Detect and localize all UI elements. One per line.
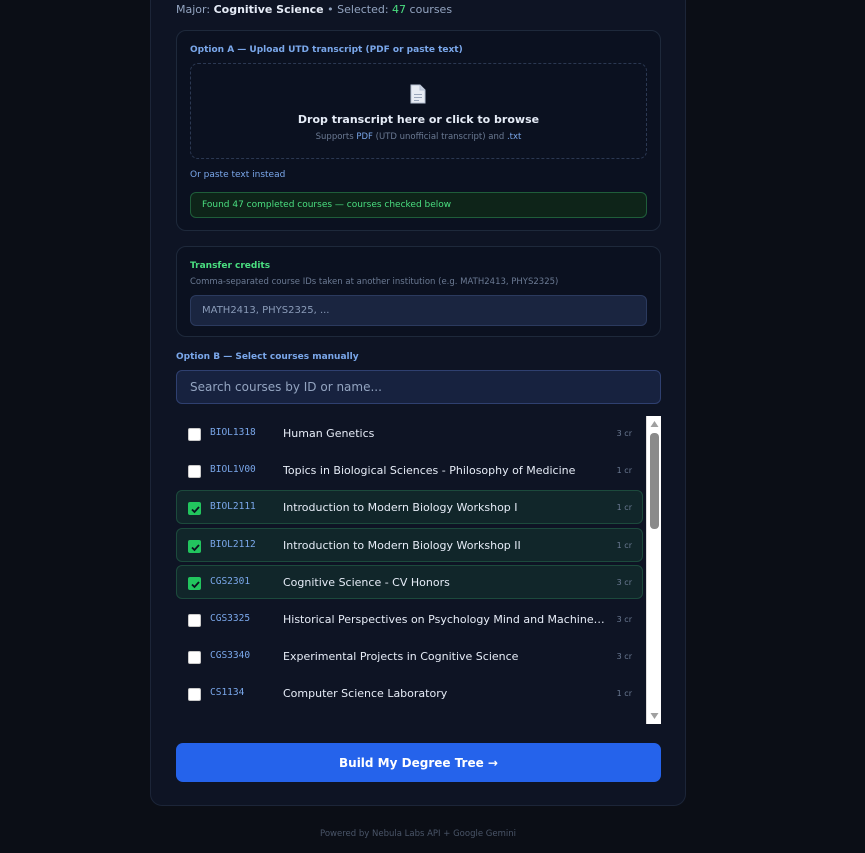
- build-degree-tree-button[interactable]: Build My Degree Tree →: [176, 743, 661, 782]
- transfer-credits-input[interactable]: MATH2413, PHYS2325, ...: [190, 295, 647, 326]
- course-credits: 1 cr: [616, 540, 632, 550]
- course-checkbox[interactable]: [188, 688, 201, 702]
- course-checkbox[interactable]: [188, 614, 201, 627]
- transfer-title: Transfer credits: [190, 261, 271, 271]
- course-name: Introduction to Modern Biology Workshop …: [283, 538, 521, 552]
- course-id: BIOL2112: [210, 538, 256, 550]
- course-credits: 3 cr: [616, 652, 632, 662]
- course-checkbox[interactable]: [188, 428, 201, 441]
- course-name: Historical Perspectives on Psychology Mi…: [283, 613, 605, 626]
- course-name: Cognitive Science - CV Honors: [283, 575, 450, 589]
- checkmark-icon: [191, 581, 200, 589]
- course-credits: 1 cr: [616, 689, 632, 699]
- course-credits: 3 cr: [616, 577, 632, 587]
- selected-label: Selected:: [337, 3, 389, 16]
- course-checkbox[interactable]: [188, 539, 201, 553]
- course-row[interactable]: BIOL1318 Human Genetics 3 cr: [176, 416, 643, 450]
- selected-count: 47: [392, 3, 407, 16]
- course-row[interactable]: BIOL2112 Introduction to Modern Biology W…: [176, 527, 643, 562]
- pdf-format: PDF: [356, 132, 373, 142]
- course-row[interactable]: CGS3325 Historical Perspectives on Psycho…: [176, 602, 643, 636]
- transfer-panel: Transfer credits Comma-separated course …: [176, 246, 661, 337]
- separator: •: [327, 3, 334, 16]
- supports-middle: (UTD unofficial transcript) and: [375, 132, 505, 142]
- course-id: BIOL1V00: [210, 464, 256, 476]
- course-id: BIOL2111: [210, 501, 256, 513]
- major-label: Major:: [176, 3, 211, 16]
- course-checkbox[interactable]: [188, 465, 201, 479]
- scrollbar-thumb[interactable]: [650, 433, 659, 529]
- option-a-panel: Option A — Upload UTD transcript (PDF or…: [176, 30, 661, 231]
- checkmark-icon: [191, 543, 200, 551]
- course-row[interactable]: CGS2301 Cognitive Science - CV Honors 3 cr: [176, 564, 643, 599]
- dropzone-subtitle: Supports PDF (UTD unofficial transcript)…: [191, 132, 646, 142]
- course-list: BIOL1318 Human Genetics 3 cr BIOL1V00 Topics…: [176, 416, 645, 724]
- major-summary: Major: Cognitive Science • Selected: 47 …: [176, 3, 452, 16]
- course-checkbox[interactable]: [188, 502, 201, 516]
- transcript-dropzone[interactable]: Drop transcript here or click to browse …: [190, 63, 647, 159]
- document-icon: [410, 84, 426, 104]
- course-credits: 1 cr: [616, 503, 632, 513]
- course-id: CS1134: [210, 687, 245, 699]
- dropzone-title: Drop transcript here or click to browse: [297, 113, 540, 126]
- course-search-input[interactable]: Search courses by ID or name...: [176, 370, 661, 404]
- course-credits: 3 cr: [616, 615, 632, 624]
- option-b-title: Option B — Select courses manually: [176, 352, 359, 362]
- course-row[interactable]: CGS3340 Experimental Projects in Cognitiv…: [176, 639, 643, 673]
- course-row[interactable]: BIOL2111 Introduction to Modern Biology W…: [176, 490, 643, 525]
- course-name: Computer Science Laboratory: [283, 687, 448, 701]
- course-checkbox[interactable]: [188, 651, 201, 665]
- course-id: CGS3340: [210, 650, 251, 662]
- course-list-scrollbar[interactable]: [646, 416, 661, 724]
- major-value: Cognitive Science: [213, 3, 324, 16]
- scroll-up-arrow-icon[interactable]: [650, 420, 659, 428]
- course-checkbox[interactable]: [188, 576, 201, 590]
- course-row[interactable]: BIOL1V00 Topics in Biological Sciences - …: [176, 453, 643, 487]
- course-credits: 3 cr: [616, 429, 632, 438]
- course-id: CGS2301: [210, 575, 251, 587]
- course-id: BIOL1318: [210, 427, 256, 438]
- course-name: Topics in Biological Sciences - Philosop…: [283, 464, 576, 478]
- footer-credit: Powered by Nebula Labs API + Google Gemi…: [320, 829, 516, 839]
- success-banner: Found 47 completed courses — courses che…: [190, 192, 647, 218]
- course-id: CGS3325: [210, 613, 251, 624]
- checkmark-icon: [191, 506, 200, 514]
- course-name: Experimental Projects in Cognitive Scien…: [283, 650, 519, 664]
- course-row[interactable]: CS1134 Computer Science Laboratory 1 cr: [176, 676, 643, 710]
- option-a-title: Option A — Upload UTD transcript (PDF or…: [190, 45, 463, 55]
- scroll-down-arrow-icon[interactable]: [650, 712, 659, 720]
- course-name: Human Genetics: [283, 427, 375, 440]
- txt-format: .txt: [506, 132, 522, 142]
- selected-unit: courses: [409, 3, 453, 16]
- paste-text-link[interactable]: Or paste text instead: [190, 170, 285, 180]
- course-name: Introduction to Modern Biology Workshop …: [283, 501, 518, 515]
- course-credits: 1 cr: [616, 466, 632, 476]
- transfer-hint: Comma-separated course IDs taken at anot…: [190, 277, 559, 287]
- supports-text: Supports: [315, 132, 354, 142]
